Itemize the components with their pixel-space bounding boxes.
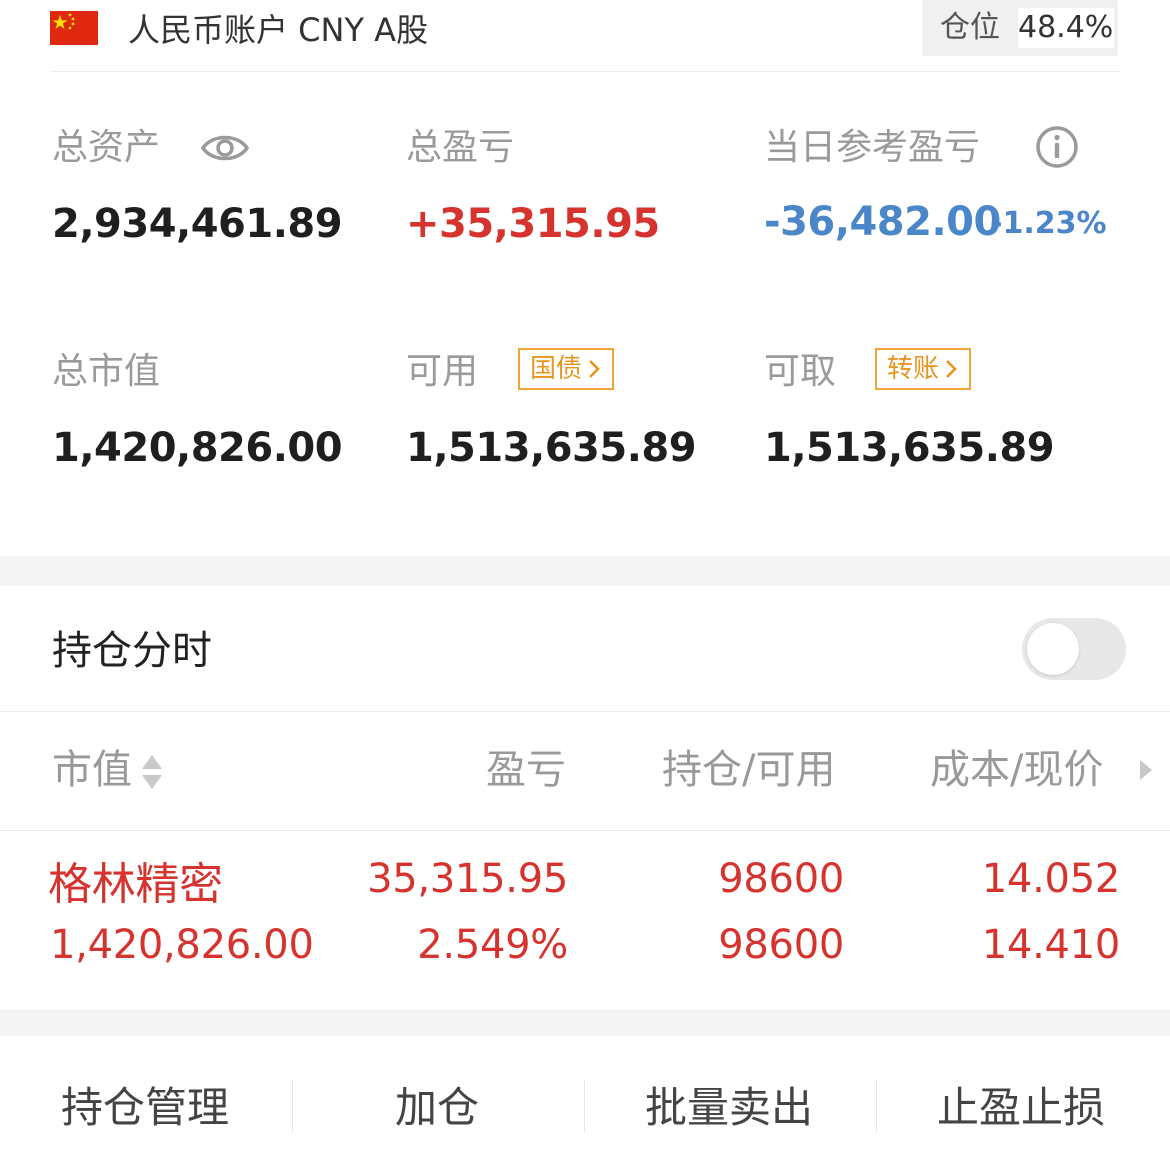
section-separator xyxy=(0,1010,1170,1036)
available-label: 可用 xyxy=(406,351,479,392)
position-ratio-badge: 仓位 48.4% xyxy=(922,0,1118,56)
total-pnl-value: +35,315.95 xyxy=(406,201,660,247)
stock-cost: 14.052 xyxy=(981,856,1120,902)
column-header-pnl: 盈亏 xyxy=(486,747,566,793)
holding-timeshare-toggle[interactable] xyxy=(1022,618,1126,680)
section-separator xyxy=(0,556,1170,586)
daily-pnl-value: -36,482.00 xyxy=(764,199,1001,245)
total-assets-value: 2,934,461.89 xyxy=(52,201,343,247)
stock-pnl-percent: 2.549% xyxy=(417,922,568,968)
market-value-value: 1,420,826.00 xyxy=(52,425,343,471)
stock-position: 98600 xyxy=(718,856,844,902)
stock-name: 格林精密 xyxy=(48,859,223,910)
stock-pnl: 35,315.95 xyxy=(367,856,568,902)
eye-icon[interactable] xyxy=(200,128,250,168)
action-separator xyxy=(584,1080,585,1132)
withdrawable-label: 可取 xyxy=(764,351,837,392)
column-header-market-value[interactable]: 市值 xyxy=(52,744,132,796)
action-separator xyxy=(292,1080,293,1132)
chevron-right-icon xyxy=(589,360,600,378)
action-separator xyxy=(876,1080,877,1132)
stock-price: 14.410 xyxy=(981,922,1120,968)
add-position-button[interactable]: 加仓 xyxy=(332,1078,542,1138)
batch-sell-button[interactable]: 批量卖出 xyxy=(624,1078,834,1138)
header-divider xyxy=(50,71,1120,72)
column-header-cost-price: 成本/现价 xyxy=(930,747,1104,793)
sort-icon[interactable] xyxy=(140,752,164,792)
manage-holdings-button[interactable]: 持仓管理 xyxy=(40,1078,250,1138)
total-pnl-label: 总盈亏 xyxy=(406,127,515,168)
take-profit-stop-loss-button[interactable]: 止盈止损 xyxy=(916,1078,1126,1138)
toggle-knob xyxy=(1027,623,1079,675)
divider xyxy=(0,711,1170,712)
stock-market-value: 1,420,826.00 xyxy=(50,922,314,968)
daily-pnl-label: 当日参考盈亏 xyxy=(764,127,981,168)
available-value: 1,513,635.89 xyxy=(406,425,697,471)
transfer-button[interactable]: 转账 xyxy=(875,348,972,390)
position-label: 仓位 xyxy=(940,10,1000,45)
divider xyxy=(0,830,1170,831)
account-title[interactable]: 人民币账户 CNY A股 xyxy=(128,10,428,50)
market-value-label: 总市值 xyxy=(52,351,161,392)
column-header-position-available: 持仓/可用 xyxy=(662,747,836,793)
withdrawable-value: 1,513,635.89 xyxy=(764,425,1055,471)
china-flag-icon xyxy=(50,11,98,45)
position-value: 48.4% xyxy=(1018,8,1114,48)
stock-available: 98600 xyxy=(718,922,844,968)
total-assets-label: 总资产 xyxy=(52,127,161,168)
transfer-label: 转账 xyxy=(887,354,940,384)
holding-timeshare-title: 持仓分时 xyxy=(52,628,212,674)
treasury-bond-label: 国债 xyxy=(530,354,583,384)
daily-pnl-percent: -1.23% xyxy=(990,206,1107,241)
more-arrow-icon[interactable] xyxy=(1138,758,1154,782)
account-header: 人民币账户 CNY A股 仓位 48.4% xyxy=(0,0,1170,72)
info-icon[interactable] xyxy=(1034,124,1080,170)
treasury-bond-button[interactable]: 国债 xyxy=(518,348,615,390)
chevron-right-icon xyxy=(946,360,957,378)
